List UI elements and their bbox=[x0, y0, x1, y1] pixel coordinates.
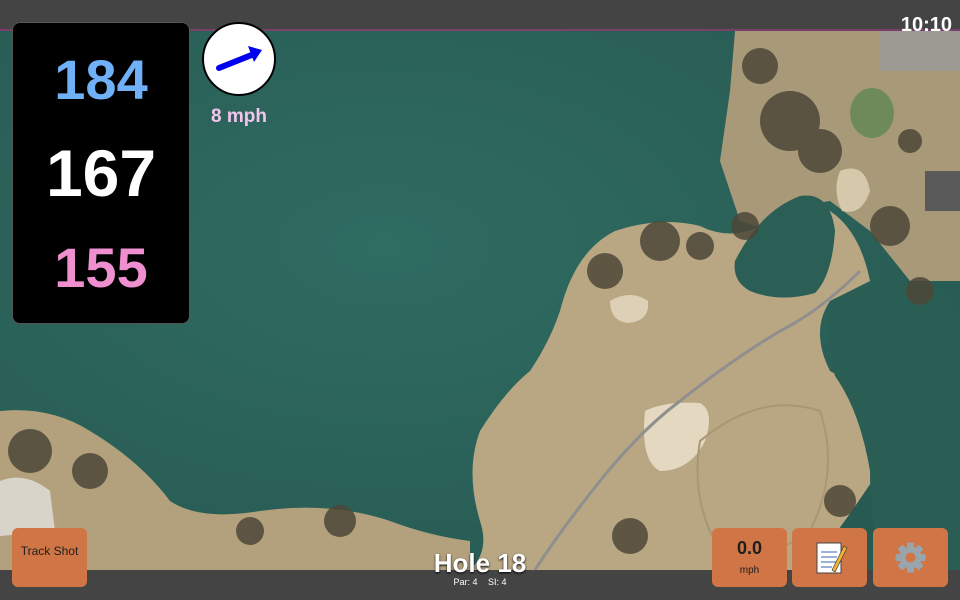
hole-title: Hole 18 bbox=[433, 548, 527, 578]
notepad-icon bbox=[816, 542, 848, 574]
middle-of-green-distance: 167 bbox=[45, 136, 157, 210]
speed-unit: mph bbox=[739, 565, 760, 576]
hole-info: Par: 4 SI: 4 bbox=[380, 577, 580, 587]
hole-par: Par: 4 bbox=[453, 577, 478, 587]
hole-stroke-index: SI: 4 bbox=[488, 577, 507, 587]
gear-icon bbox=[895, 542, 926, 573]
wind-direction-arrow-icon bbox=[216, 46, 262, 71]
speed-button[interactable]: 0.0 mph bbox=[712, 528, 787, 587]
wind-speed-label: 8 mph bbox=[211, 106, 267, 127]
back-of-green-distance: 184 bbox=[54, 48, 148, 111]
wind-indicator bbox=[202, 22, 276, 96]
speed-value: 0.0 bbox=[736, 538, 763, 558]
front-of-green-distance: 155 bbox=[54, 236, 148, 299]
notes-button[interactable] bbox=[792, 528, 867, 587]
track-shot-button[interactable]: Track Shot bbox=[12, 528, 87, 587]
distance-panel: 184 167 155 bbox=[12, 22, 190, 324]
settings-button[interactable] bbox=[873, 528, 948, 587]
